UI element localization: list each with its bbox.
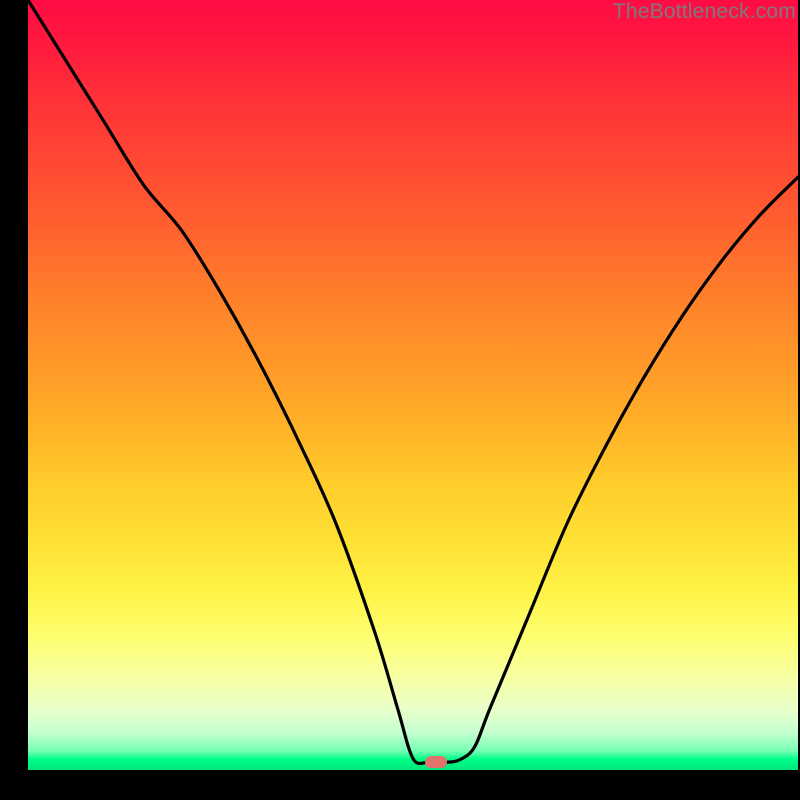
chart-stage: TheBottleneck.com [0,0,800,800]
watermark-label: TheBottleneck.com [613,0,796,24]
plot-area [28,0,798,770]
bottleneck-gradient-background [28,0,798,770]
